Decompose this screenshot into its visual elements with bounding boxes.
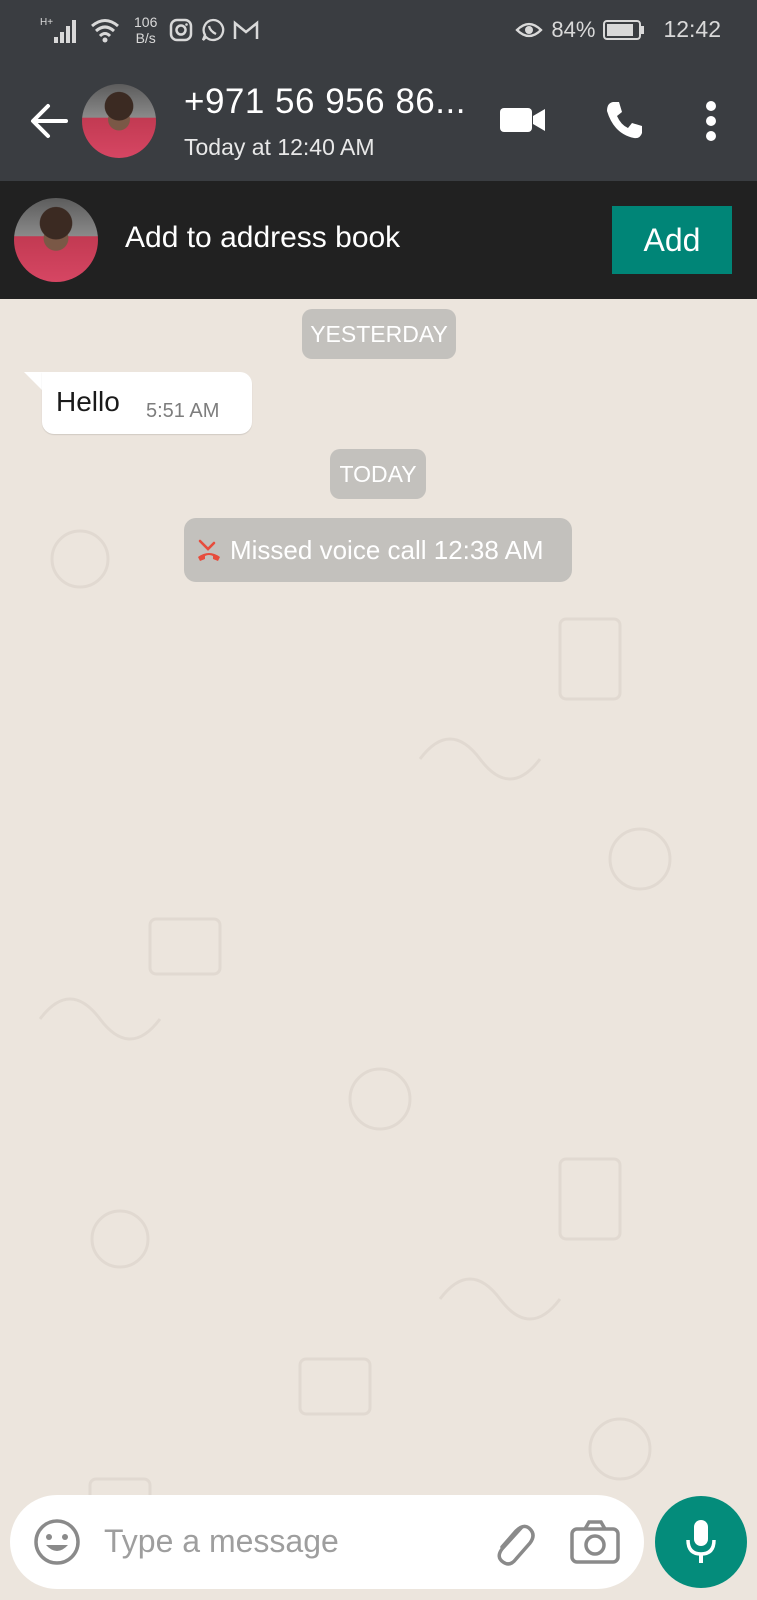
voice-record-button[interactable] [655, 1496, 747, 1588]
network-speed: 106 B/s [134, 14, 157, 46]
status-time: 12:42 [663, 16, 721, 42]
message-text: Hello [56, 386, 120, 417]
date-chip-yesterday: YESTERDAY [302, 309, 456, 359]
signal-icon: H+ [40, 17, 76, 43]
contact-name[interactable]: +971 56 956 86... [184, 82, 466, 122]
camera-icon[interactable] [570, 1519, 620, 1565]
missed-call-notice[interactable]: Missed voice call 12:38 AM [184, 518, 572, 582]
eye-comfort-icon [515, 22, 544, 37]
more-options-icon[interactable] [704, 100, 718, 142]
add-to-address-book-text: Add to address book [125, 221, 401, 254]
chat-area[interactable]: YESTERDAY Hello 5:51 AM TODAY Missed voi… [0, 299, 757, 1600]
add-contact-banner: Add to address book Add [0, 181, 757, 299]
instagram-icon [170, 18, 193, 42]
last-seen[interactable]: Today at 12:40 AM [184, 134, 375, 161]
status-bar: H+ 106 B/s 84% 12:42 [0, 0, 757, 64]
status-right: 84% 12:42 [515, 16, 721, 43]
wifi-icon [91, 19, 119, 43]
add-contact-button[interactable]: Add [612, 206, 732, 274]
status-left: H+ 106 B/s [40, 14, 259, 46]
message-input[interactable]: Type a message [104, 1523, 339, 1560]
video-call-icon[interactable] [500, 106, 546, 134]
missed-call-icon [198, 539, 220, 561]
battery-percent: 84% [551, 16, 596, 42]
date-chip-today: TODAY [330, 449, 426, 499]
message-time: 5:51 AM [146, 400, 220, 422]
bubble-tail [24, 372, 44, 392]
attach-icon[interactable] [488, 1515, 536, 1569]
mic-icon [686, 1520, 716, 1563]
network-speed-unit: B/s [135, 30, 156, 46]
banner-avatar [14, 198, 98, 282]
missed-call-text: Missed voice call 12:38 AM [230, 534, 544, 565]
battery-icon [603, 19, 645, 40]
message-composer[interactable]: Type a message [10, 1495, 644, 1589]
emoji-icon[interactable] [32, 1517, 82, 1567]
whatsapp-icon [202, 18, 225, 42]
gmail-icon [234, 20, 259, 39]
incoming-message[interactable]: Hello 5:51 AM [42, 372, 252, 434]
contact-avatar[interactable] [82, 84, 156, 158]
voice-call-icon[interactable] [604, 100, 644, 140]
chat-header: +971 56 956 86... Today at 12:40 AM [0, 64, 757, 181]
network-speed-value: 106 [134, 14, 158, 30]
svg-text:H+: H+ [40, 17, 53, 28]
back-arrow-icon[interactable] [28, 100, 70, 142]
